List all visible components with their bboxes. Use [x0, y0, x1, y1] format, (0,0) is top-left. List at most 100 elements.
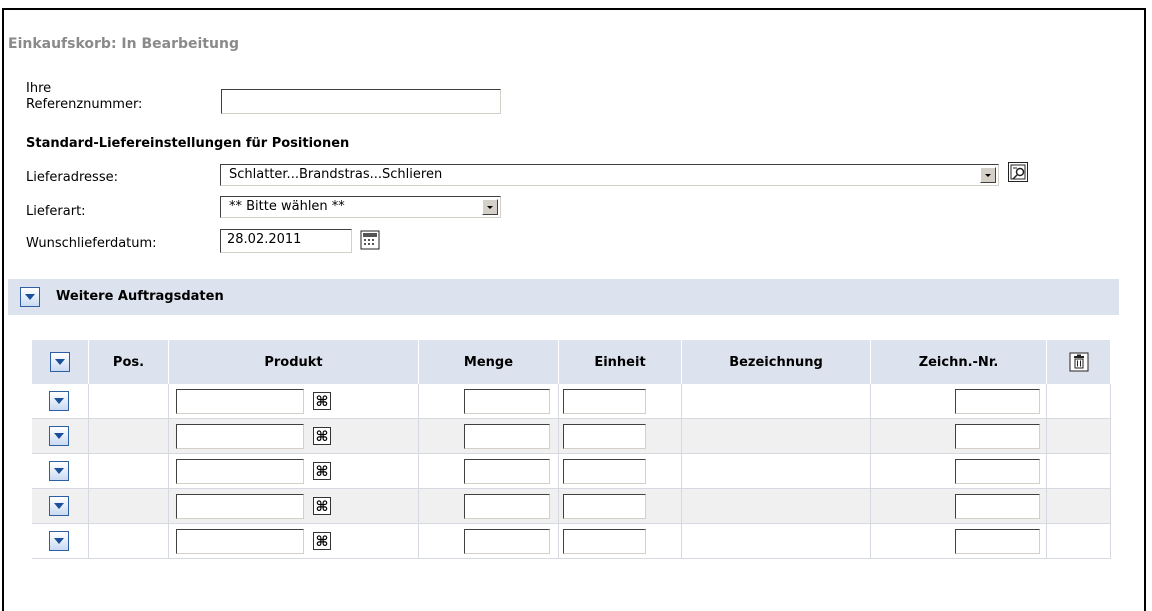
quantity-cell: [418, 418, 559, 454]
drawing-cell: [870, 418, 1047, 454]
drawing-cell: [870, 453, 1047, 489]
drawing-number-input[interactable]: [955, 389, 1040, 414]
calendar-icon[interactable]: [360, 230, 380, 250]
binoculars-icon[interactable]: ⌘: [313, 532, 331, 550]
section-title: Standard-Liefereinstellungen für Positio…: [26, 136, 350, 151]
quantity-input[interactable]: [464, 459, 550, 484]
unit-cell: [558, 523, 682, 559]
product-cell: ⌘: [168, 453, 419, 489]
unit-cell: [558, 453, 682, 489]
more-order-data-label: Weitere Auftragsdaten: [56, 289, 224, 304]
row-chevron-down-icon[interactable]: [49, 391, 69, 411]
table-row: ⌘: [32, 453, 1111, 489]
description-cell: [681, 523, 871, 559]
delivery-type-select[interactable]: ** Bitte wählen **: [220, 196, 501, 218]
row-chevron-down-icon[interactable]: [49, 461, 69, 481]
reference-input[interactable]: [221, 89, 501, 114]
pos-cell: [88, 523, 169, 559]
drawing-number-input[interactable]: [955, 529, 1040, 554]
date-label: Wunschlieferdatum:: [26, 236, 157, 251]
product-input[interactable]: [176, 389, 304, 414]
product-input[interactable]: [176, 494, 304, 519]
header-unit: Einheit: [558, 340, 682, 384]
table-row: ⌘: [32, 384, 1111, 419]
description-cell: [681, 384, 871, 419]
row-chevron-down-icon[interactable]: [49, 426, 69, 446]
table-header-row: Pos. Produkt Menge Einheit Bezeichnung Z…: [32, 340, 1111, 384]
address-label: Lieferadresse:: [26, 170, 118, 185]
address-search-icon[interactable]: [1008, 162, 1028, 182]
table-row: ⌘: [32, 418, 1111, 454]
quantity-cell: [418, 523, 559, 559]
drawing-number-input[interactable]: [955, 424, 1040, 449]
row-expand-cell: [32, 418, 89, 454]
delete-cell: [1046, 453, 1111, 489]
product-input[interactable]: [176, 529, 304, 554]
pos-cell: [88, 384, 169, 419]
product-input[interactable]: [176, 459, 304, 484]
description-cell: [681, 418, 871, 454]
more-order-data-bar[interactable]: Weitere Auftragsdaten: [8, 279, 1119, 315]
unit-input[interactable]: [563, 459, 646, 484]
drawing-cell: [870, 523, 1047, 559]
unit-input[interactable]: [563, 389, 646, 414]
pos-cell: [88, 453, 169, 489]
delivery-type-select-value: ** Bitte wählen **: [229, 199, 345, 214]
trash-icon[interactable]: [1069, 352, 1089, 372]
description-cell: [681, 453, 871, 489]
product-cell: ⌘: [168, 384, 419, 419]
unit-input[interactable]: [563, 529, 646, 554]
page-title: Einkaufskorb: In Bearbeitung: [8, 36, 239, 52]
chevron-down-icon[interactable]: [980, 167, 996, 183]
unit-cell: [558, 488, 682, 524]
unit-input[interactable]: [563, 494, 646, 519]
row-chevron-down-icon[interactable]: [49, 496, 69, 516]
product-cell: ⌘: [168, 523, 419, 559]
binoculars-icon[interactable]: ⌘: [313, 392, 331, 410]
quantity-input[interactable]: [464, 389, 550, 414]
delete-cell: [1046, 523, 1111, 559]
table-row: ⌘: [32, 488, 1111, 524]
header-quantity: Menge: [418, 340, 559, 384]
header-delete-cell: [1046, 340, 1111, 384]
address-select[interactable]: Schlatter...Brandstras...Schlieren: [220, 164, 999, 186]
delete-cell: [1046, 418, 1111, 454]
pos-cell: [88, 418, 169, 454]
unit-cell: [558, 418, 682, 454]
delete-cell: [1046, 384, 1111, 419]
quantity-cell: [418, 384, 559, 419]
unit-input[interactable]: [563, 424, 646, 449]
binoculars-icon[interactable]: ⌘: [313, 427, 331, 445]
row-chevron-down-icon[interactable]: [49, 531, 69, 551]
reference-label: Ihre Referenznummer:: [26, 81, 142, 113]
row-expand-cell: [32, 384, 89, 419]
header-pos: Pos.: [88, 340, 169, 384]
drawing-cell: [870, 384, 1047, 419]
items-table: Pos. Produkt Menge Einheit Bezeichnung Z…: [32, 340, 1111, 559]
address-select-value: Schlatter...Brandstras...Schlieren: [229, 167, 443, 182]
quantity-input[interactable]: [464, 424, 550, 449]
quantity-input[interactable]: [464, 494, 550, 519]
description-cell: [681, 488, 871, 524]
date-input[interactable]: 28.02.2011: [220, 229, 352, 253]
expand-all-chevron-icon[interactable]: [50, 352, 70, 372]
product-input[interactable]: [176, 424, 304, 449]
binoculars-icon[interactable]: ⌘: [313, 497, 331, 515]
header-drawing-number: Zeichn.-Nr.: [870, 340, 1047, 384]
pos-cell: [88, 488, 169, 524]
quantity-cell: [418, 453, 559, 489]
chevron-down-icon[interactable]: [482, 199, 498, 215]
product-cell: ⌘: [168, 418, 419, 454]
drawing-number-input[interactable]: [955, 494, 1040, 519]
expand-chevron-icon[interactable]: [20, 287, 40, 307]
header-product: Produkt: [168, 340, 419, 384]
drawing-number-input[interactable]: [955, 459, 1040, 484]
delete-cell: [1046, 488, 1111, 524]
binoculars-icon[interactable]: ⌘: [313, 462, 331, 480]
quantity-input[interactable]: [464, 529, 550, 554]
reference-label-line2: Referenznummer:: [26, 97, 143, 112]
product-cell: ⌘: [168, 488, 419, 524]
unit-cell: [558, 384, 682, 419]
drawing-cell: [870, 488, 1047, 524]
reference-label-line1: Ihre: [26, 81, 52, 96]
